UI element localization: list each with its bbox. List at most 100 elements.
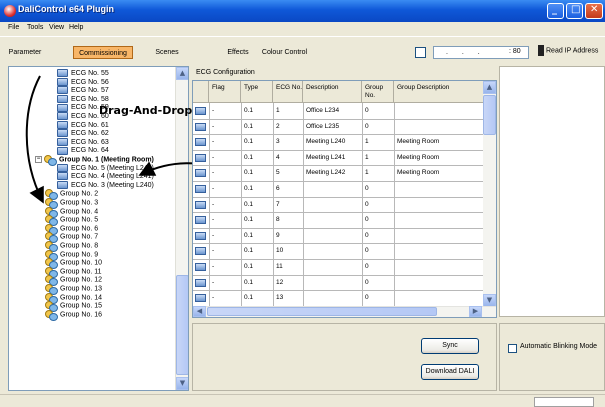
table-cell[interactable]: 11 (273, 263, 303, 271)
table-cell[interactable]: 9 (273, 232, 303, 240)
table-cell[interactable]: 0 (362, 185, 394, 193)
table-cell[interactable]: 1 (362, 138, 394, 146)
table-cell[interactable]: 3 (273, 138, 303, 146)
table-cell[interactable]: 0 (362, 107, 394, 115)
table-cell[interactable]: 1 (362, 169, 394, 177)
grid-hscroll-thumb[interactable] (207, 307, 437, 316)
grid-scroll-left-icon[interactable]: ◀ (193, 306, 206, 317)
ecg-row-icon[interactable] (195, 200, 206, 209)
table-cell[interactable]: 0 (362, 216, 394, 224)
table-cell[interactable]: 0.1 (241, 247, 273, 255)
table-cell[interactable]: - (209, 169, 241, 177)
table-cell[interactable]: 0.1 (241, 279, 273, 287)
ecg-row-icon[interactable] (195, 122, 206, 131)
table-cell[interactable]: 0.1 (241, 107, 273, 115)
grid-vertical-scrollbar[interactable]: ▲ ▼ (483, 81, 496, 307)
ecg-row-icon[interactable] (195, 138, 206, 147)
row-divider (193, 212, 484, 214)
column-header[interactable]: Type (241, 81, 273, 103)
table-cell[interactable]: 0 (362, 294, 394, 302)
table-cell[interactable]: - (209, 138, 241, 146)
ecg-row-icon[interactable] (195, 263, 206, 271)
table-cell[interactable]: 0.1 (241, 154, 273, 162)
grid-horizontal-scrollbar[interactable]: ◀ ▶ (193, 306, 496, 317)
table-cell[interactable]: - (209, 201, 241, 209)
table-cell[interactable]: Meeting Room (394, 169, 484, 177)
table-cell[interactable]: 0 (362, 123, 394, 131)
table-cell[interactable]: - (209, 185, 241, 193)
column-header[interactable]: Description (303, 81, 362, 103)
ecg-row-icon[interactable] (195, 169, 206, 178)
grid-scroll-up-icon[interactable]: ▲ (483, 81, 496, 94)
table-cell[interactable]: 0.1 (241, 216, 273, 224)
column-divider (209, 103, 210, 308)
table-cell[interactable]: 13 (273, 294, 303, 302)
table-cell[interactable]: 4 (273, 154, 303, 162)
table-cell[interactable]: - (209, 232, 241, 240)
table-cell[interactable]: - (209, 263, 241, 271)
column-divider (303, 103, 304, 308)
table-cell[interactable]: - (209, 123, 241, 131)
table-cell[interactable]: 1 (362, 154, 394, 162)
table-cell[interactable]: Meeting L242 (303, 169, 362, 177)
table-cell[interactable]: 0 (362, 232, 394, 240)
table-cell[interactable]: 5 (273, 169, 303, 177)
table-cell[interactable]: Meeting L240 (303, 138, 362, 146)
download-dali-button[interactable]: Download DALI (421, 364, 479, 380)
table-cell[interactable]: 0.1 (241, 138, 273, 146)
table-cell[interactable]: 0.1 (241, 201, 273, 209)
grid-scroll-thumb[interactable] (483, 95, 496, 135)
table-cell[interactable]: 0.1 (241, 123, 273, 131)
table-cell[interactable]: 0.1 (241, 169, 273, 177)
ecg-row-icon[interactable] (195, 107, 206, 115)
table-cell[interactable]: 0.1 (241, 185, 273, 193)
ecg-row-icon[interactable] (195, 247, 206, 256)
table-cell[interactable]: 0.1 (241, 263, 273, 271)
table-cell[interactable]: - (209, 107, 241, 115)
ecg-row-icon[interactable] (195, 153, 206, 162)
row-divider (193, 134, 484, 136)
arrow-drag-down (25, 75, 44, 204)
column-header[interactable]: Group No. (362, 81, 394, 103)
table-cell[interactable]: - (209, 294, 241, 302)
automatic-blinking-checkbox[interactable] (508, 344, 517, 353)
ecg-row-icon[interactable] (195, 216, 206, 225)
table-cell[interactable]: 0.1 (241, 232, 273, 240)
ecg-row-icon[interactable] (195, 278, 206, 287)
table-cell[interactable]: 1 (273, 107, 303, 115)
table-cell[interactable]: 0 (362, 263, 394, 271)
table-cell[interactable]: Office L234 (303, 107, 362, 115)
table-cell[interactable]: 0 (362, 201, 394, 209)
ecg-row-icon[interactable] (195, 185, 206, 193)
table-cell[interactable]: 0.1 (241, 294, 273, 302)
row-divider (193, 290, 484, 292)
ecg-row-icon[interactable] (195, 231, 206, 240)
table-cell[interactable]: 12 (273, 279, 303, 287)
sync-button[interactable]: Sync (421, 338, 479, 354)
table-cell[interactable]: - (209, 216, 241, 224)
table-cell[interactable]: 2 (273, 123, 303, 131)
table-cell[interactable]: 7 (273, 201, 303, 209)
ecg-row-icon[interactable] (195, 294, 206, 303)
table-cell[interactable]: - (209, 279, 241, 287)
ecg-config-table[interactable]: Flag Type ECG No. Description Group No. Group… (192, 80, 497, 318)
grid-scroll-right-icon[interactable]: ▶ (469, 306, 482, 317)
table-cell[interactable]: Meeting L241 (303, 154, 362, 162)
table-cell[interactable]: 6 (273, 185, 303, 193)
table-cell[interactable]: 0 (362, 247, 394, 255)
action-panel: Sync Download DALI (192, 323, 497, 391)
table-cell[interactable]: Office L235 (303, 123, 362, 131)
table-cell[interactable]: 0 (362, 279, 394, 287)
column-divider (362, 103, 363, 308)
table-cell[interactable]: Meeting Room (394, 154, 484, 162)
column-divider (273, 103, 274, 308)
column-header[interactable]: Group Description (394, 81, 484, 103)
table-cell[interactable]: - (209, 154, 241, 162)
column-header[interactable]: Flag (209, 81, 241, 103)
table-cell[interactable]: Meeting Room (394, 138, 484, 146)
status-bar (0, 394, 605, 407)
table-cell[interactable]: 8 (273, 216, 303, 224)
column-header[interactable]: ECG No. (273, 81, 303, 103)
table-cell[interactable]: 10 (273, 247, 303, 255)
table-cell[interactable]: - (209, 247, 241, 255)
